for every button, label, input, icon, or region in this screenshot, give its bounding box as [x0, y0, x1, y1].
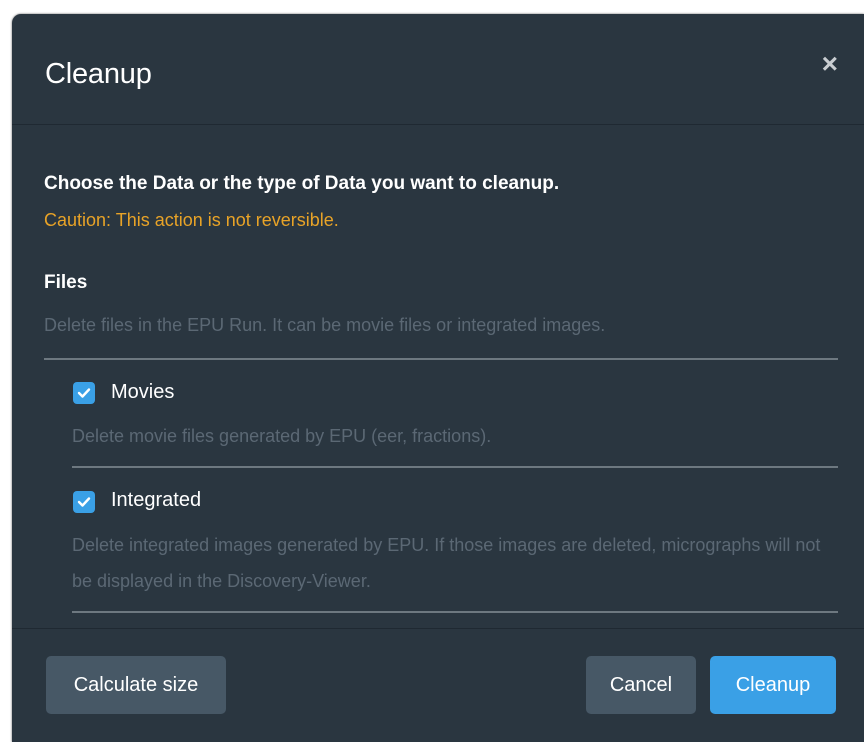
dialog-footer-separator [12, 628, 864, 629]
files-section-title: Files [44, 272, 88, 293]
cleanup-dialog: Cleanup × Choose the Data or the type of… [12, 14, 864, 742]
cancel-button[interactable]: Cancel [586, 656, 696, 714]
intro-text: Choose the Data or the type of Data you … [44, 173, 560, 194]
movies-label[interactable]: Movies [111, 381, 174, 404]
calculate-size-button[interactable]: Calculate size [46, 656, 226, 714]
cleanup-button[interactable]: Cleanup [710, 656, 836, 714]
integrated-label[interactable]: Integrated [111, 489, 201, 512]
checkmark-icon [77, 497, 91, 507]
files-section-description: Delete files in the EPU Run. It can be m… [44, 315, 606, 335]
movies-checkbox[interactable] [73, 382, 95, 404]
checkmark-icon [77, 388, 91, 398]
integrated-checkbox[interactable] [73, 491, 95, 513]
movies-description: Delete movie files generated by EPU (eer… [72, 426, 492, 446]
dialog-title: Cleanup [45, 58, 152, 90]
files-divider [44, 358, 838, 360]
dialog-header: Cleanup × [12, 14, 864, 125]
caution-text: Caution: This action is not reversible. [44, 210, 339, 230]
integrated-description: Delete integrated images generated by EP… [72, 535, 821, 591]
movies-divider [72, 466, 838, 468]
close-icon[interactable]: × [822, 50, 838, 78]
integrated-divider [72, 611, 838, 613]
